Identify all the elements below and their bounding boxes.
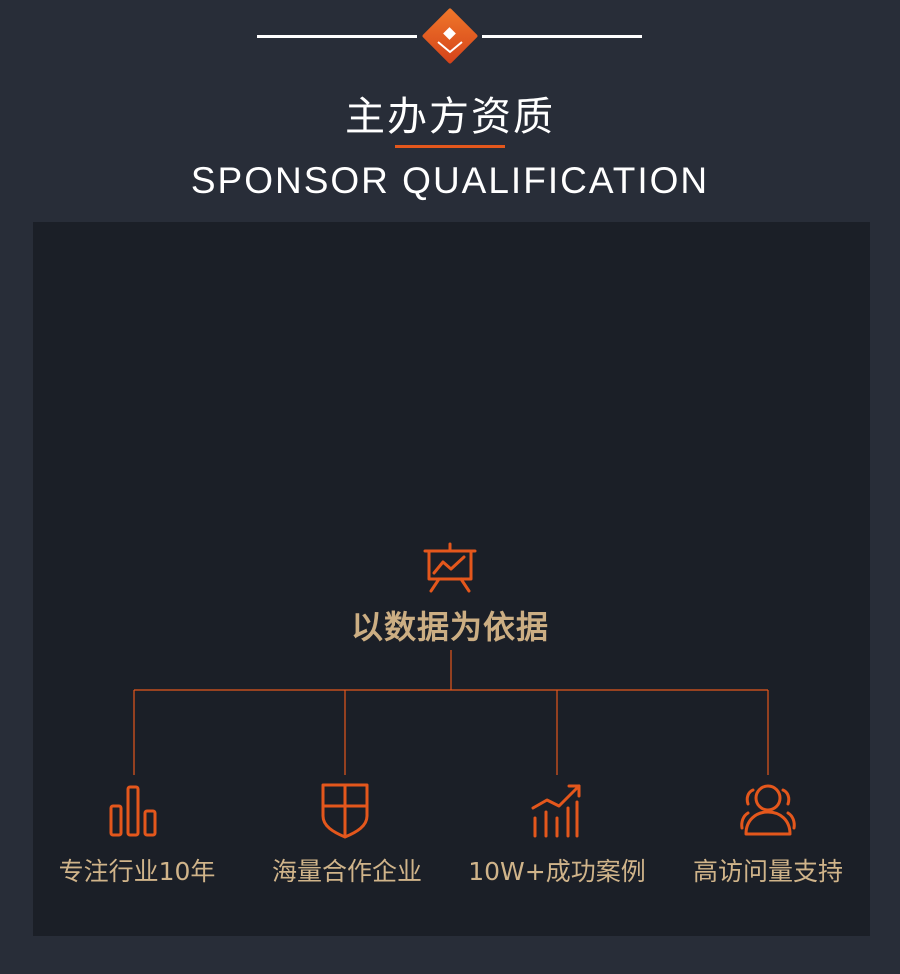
item-label-4: 高访问量支持 [692,857,843,886]
growth-chart-icon [525,778,589,842]
header-line-right [482,35,642,38]
header-line-left [257,35,417,38]
item-label-1: 专注行业10年 [58,857,216,886]
diamond-logo-icon [418,4,482,68]
page-title: 主办方资质 [345,94,555,140]
title-underline [395,145,505,148]
section-heading: 以数据为依据 [350,608,549,646]
users-icon [736,778,800,842]
item-label-3: 10W+成功案例 [468,857,646,886]
presentation-board-icon [422,542,478,594]
bar-chart-icon [103,780,167,844]
item-label-2: 海量合作企业 [271,857,422,886]
page-subtitle: SPONSOR QUALIFICATION [190,160,710,201]
connector-tree [133,650,769,775]
shield-icon [313,778,377,842]
